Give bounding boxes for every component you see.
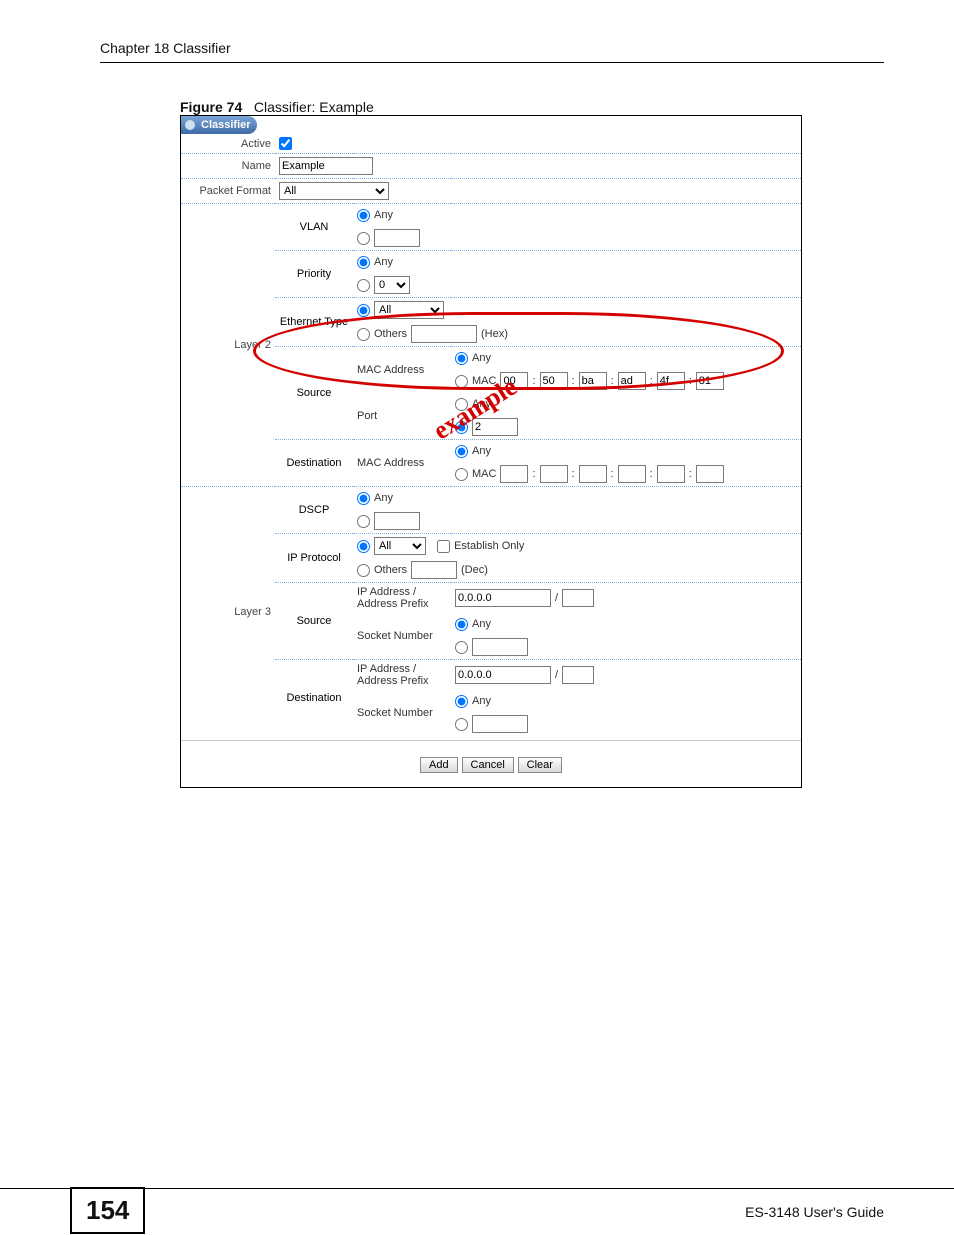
l2-dest-mac-4[interactable] [657,465,685,483]
establish-checkbox[interactable] [437,540,450,553]
l2-src-mac-5[interactable] [696,372,724,390]
l3-dest-sock-input[interactable] [472,715,528,733]
l2-src-mac-4[interactable] [657,372,685,390]
active-label: Active [181,134,275,154]
vlan-val-radio[interactable] [357,232,370,245]
ipproto-all-radio[interactable] [357,540,370,553]
ipproto-others-radio[interactable] [357,564,370,577]
packet-format-select[interactable]: All [279,182,389,200]
l2-dest-mac-1[interactable] [540,465,568,483]
dscp-input[interactable] [374,512,420,530]
eth-others-input[interactable] [411,325,477,343]
l2-source-label: Source [275,347,353,440]
l2-dest-mac-5[interactable] [696,465,724,483]
l3-dest-ip-label: IP Address /Address Prefix [353,660,451,691]
l3-src-ip-input[interactable] [455,589,551,607]
chapter-header: Chapter 18 Classifier [100,40,884,63]
l3-dest-sock-label: Socket Number [353,690,451,736]
l2-dest-mac-0[interactable] [500,465,528,483]
vlan-val-input[interactable] [374,229,420,247]
figure-caption: Figure 74 Classifier: Example [180,99,884,115]
l2-src-port-any-radio[interactable] [455,398,468,411]
dscp-val-radio[interactable] [357,515,370,528]
figure-label: Figure 74 [180,99,242,115]
priority-select[interactable]: 0 [374,276,410,294]
l3-dest-sock-any-radio[interactable] [455,695,468,708]
l2-src-mac-3[interactable] [618,372,646,390]
tab-dot-icon [185,120,195,130]
eth-label: Ethernet Type [275,298,353,347]
ipproto-select[interactable]: All [374,537,426,555]
eth-select[interactable]: All [374,301,444,319]
l3-src-sock-val-radio[interactable] [455,641,468,654]
eth-all-radio[interactable] [357,304,370,317]
l2-src-mac-1[interactable] [540,372,568,390]
panel-tab: Classifier [181,116,801,134]
l3-dest-label: Destination [275,660,353,737]
layer2-label: Layer 2 [181,204,275,487]
dscp-any-radio[interactable] [357,492,370,505]
l3-dest-prefix-input[interactable] [562,666,594,684]
layer3-label: Layer 3 [181,487,275,737]
l2-dest-label: Destination [275,440,353,487]
cancel-button[interactable]: Cancel [462,757,514,773]
l2-src-port-label: Port [353,393,451,440]
guide-name: ES-3148 User's Guide [745,1204,884,1220]
l2-src-port-input[interactable] [472,418,518,436]
page-number: 154 [70,1187,145,1234]
add-button[interactable]: Add [420,757,458,773]
tab-title: Classifier [201,119,251,131]
l3-src-sock-any-radio[interactable] [455,618,468,631]
l2-dest-mac-val-radio[interactable] [455,468,468,481]
l3-src-label: Source [275,583,353,660]
l2-src-port-val-radio[interactable] [455,421,468,434]
active-checkbox[interactable] [279,137,292,150]
l2-dest-mac-any-radio[interactable] [455,445,468,458]
vlan-label: VLAN [275,204,353,251]
dscp-label: DSCP [275,487,353,534]
priority-val-radio[interactable] [357,279,370,292]
l2-src-mac-2[interactable] [579,372,607,390]
l2-src-mac-label: MAC Address [353,347,451,394]
figure-text: Classifier: Example [254,99,374,115]
l2-dest-mac-3[interactable] [618,465,646,483]
l3-src-sock-input[interactable] [472,638,528,656]
vlan-any-radio[interactable] [357,209,370,222]
l3-src-ip-label: IP Address /Address Prefix [353,583,451,614]
priority-label: Priority [275,251,353,298]
name-input[interactable] [279,157,373,175]
l2-src-mac-any-radio[interactable] [455,352,468,365]
l2-src-mac-0[interactable] [500,372,528,390]
priority-any-radio[interactable] [357,256,370,269]
l3-dest-sock-val-radio[interactable] [455,718,468,731]
eth-others-radio[interactable] [357,328,370,341]
l2-dest-mac-2[interactable] [579,465,607,483]
l3-dest-ip-input[interactable] [455,666,551,684]
packet-format-label: Packet Format [181,179,275,204]
l3-src-sock-label: Socket Number [353,613,451,660]
l3-src-prefix-input[interactable] [562,589,594,607]
ipproto-others-input[interactable] [411,561,457,579]
name-label: Name [181,154,275,179]
ipproto-label: IP Protocol [275,534,353,583]
l2-dest-mac-label: MAC Address [353,440,451,487]
clear-button[interactable]: Clear [518,757,562,773]
l2-src-mac-val-radio[interactable] [455,375,468,388]
